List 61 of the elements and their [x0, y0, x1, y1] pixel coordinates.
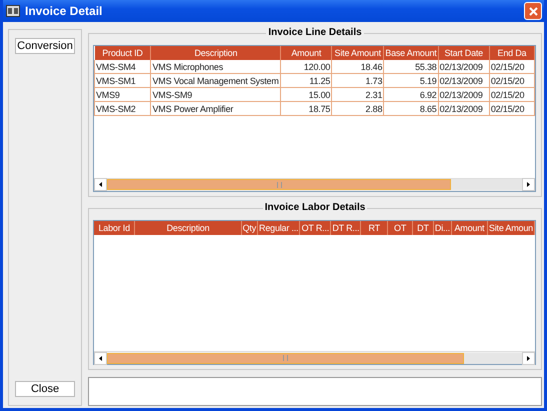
table-cell: VMS Microphones	[150, 60, 281, 74]
column-header[interactable]: Description	[150, 46, 281, 60]
scroll-left-icon[interactable]	[94, 178, 107, 192]
horizontal-scrollbar[interactable]	[94, 178, 535, 191]
table-cell: 6.92	[384, 88, 438, 102]
column-header[interactable]: Base Amount	[384, 46, 438, 60]
table-cell: 02/13/2009	[438, 102, 490, 116]
table-cell: 11.25	[280, 74, 332, 88]
column-header[interactable]: OT	[388, 220, 413, 235]
table-cell: 1.73	[332, 74, 384, 88]
table-cell: 02/15/20	[489, 102, 534, 116]
table-cell: 55.38	[384, 60, 438, 74]
table-cell: 5.19	[384, 74, 438, 88]
table-cell: VMS-SM9	[150, 88, 281, 102]
column-header[interactable]: Site Amount	[332, 46, 384, 60]
column-header[interactable]: Start Date	[438, 46, 490, 60]
table-cell: 02/15/20	[489, 60, 534, 74]
table-cell: VMS-SM4	[94, 60, 151, 74]
column-header[interactable]: DT R...	[330, 220, 361, 235]
app-icon	[6, 5, 20, 17]
column-header[interactable]: Site Amoun	[487, 220, 534, 235]
column-header[interactable]: Labor Id	[94, 220, 135, 235]
close-icon	[528, 6, 538, 16]
table-cell: VMS-SM2	[94, 102, 151, 116]
column-header[interactable]: Qty	[241, 220, 258, 235]
column-header[interactable]: Di...	[433, 220, 452, 235]
section-title: Invoice Line Details	[266, 27, 364, 38]
scroll-left-icon[interactable]	[94, 352, 107, 364]
table-cell: 02/13/2009	[438, 88, 490, 102]
table-cell: 120.00	[280, 60, 332, 74]
close-button[interactable]	[524, 2, 542, 20]
table-cell: 18.46	[332, 60, 384, 74]
table-cell: VMS-SM1	[94, 74, 151, 88]
column-header[interactable]: Regular ...	[258, 220, 300, 235]
table-cell: 15.00	[280, 88, 332, 102]
column-header[interactable]: RT	[360, 220, 388, 235]
table-cell: 02/13/2009	[438, 74, 490, 88]
table-cell: VMS Vocal Management System	[150, 74, 281, 88]
scroll-right-icon[interactable]	[522, 352, 535, 364]
column-header[interactable]: DT	[412, 220, 434, 235]
table-cell: 02/13/2009	[438, 60, 490, 74]
table-cell: VMS9	[94, 88, 151, 102]
table-cell: 02/15/20	[489, 88, 534, 102]
window-title: Invoice Detail	[25, 4, 104, 18]
table-cell: 2.88	[332, 102, 384, 116]
sidebar-button[interactable]: Close	[15, 381, 75, 397]
horizontal-scrollbar[interactable]	[94, 351, 535, 364]
table-cell: 8.65	[384, 102, 438, 116]
sidebar-button[interactable]: Conversion	[15, 38, 75, 54]
column-header[interactable]: Amount	[451, 220, 488, 235]
section-title: Invoice Labor Details	[262, 202, 368, 213]
column-header[interactable]: Product ID	[94, 46, 151, 60]
column-header[interactable]: Description	[134, 220, 242, 235]
table-cell: 02/15/20	[489, 74, 534, 88]
column-header[interactable]: OT R...	[300, 220, 331, 235]
scroll-right-icon[interactable]	[522, 178, 535, 192]
column-header[interactable]: Amount	[280, 46, 332, 60]
table-cell: VMS Power Amplifier	[150, 102, 281, 116]
column-header[interactable]: End Da	[489, 46, 534, 60]
table-cell: 2.31	[332, 88, 384, 102]
table-cell: 18.75	[280, 102, 332, 116]
